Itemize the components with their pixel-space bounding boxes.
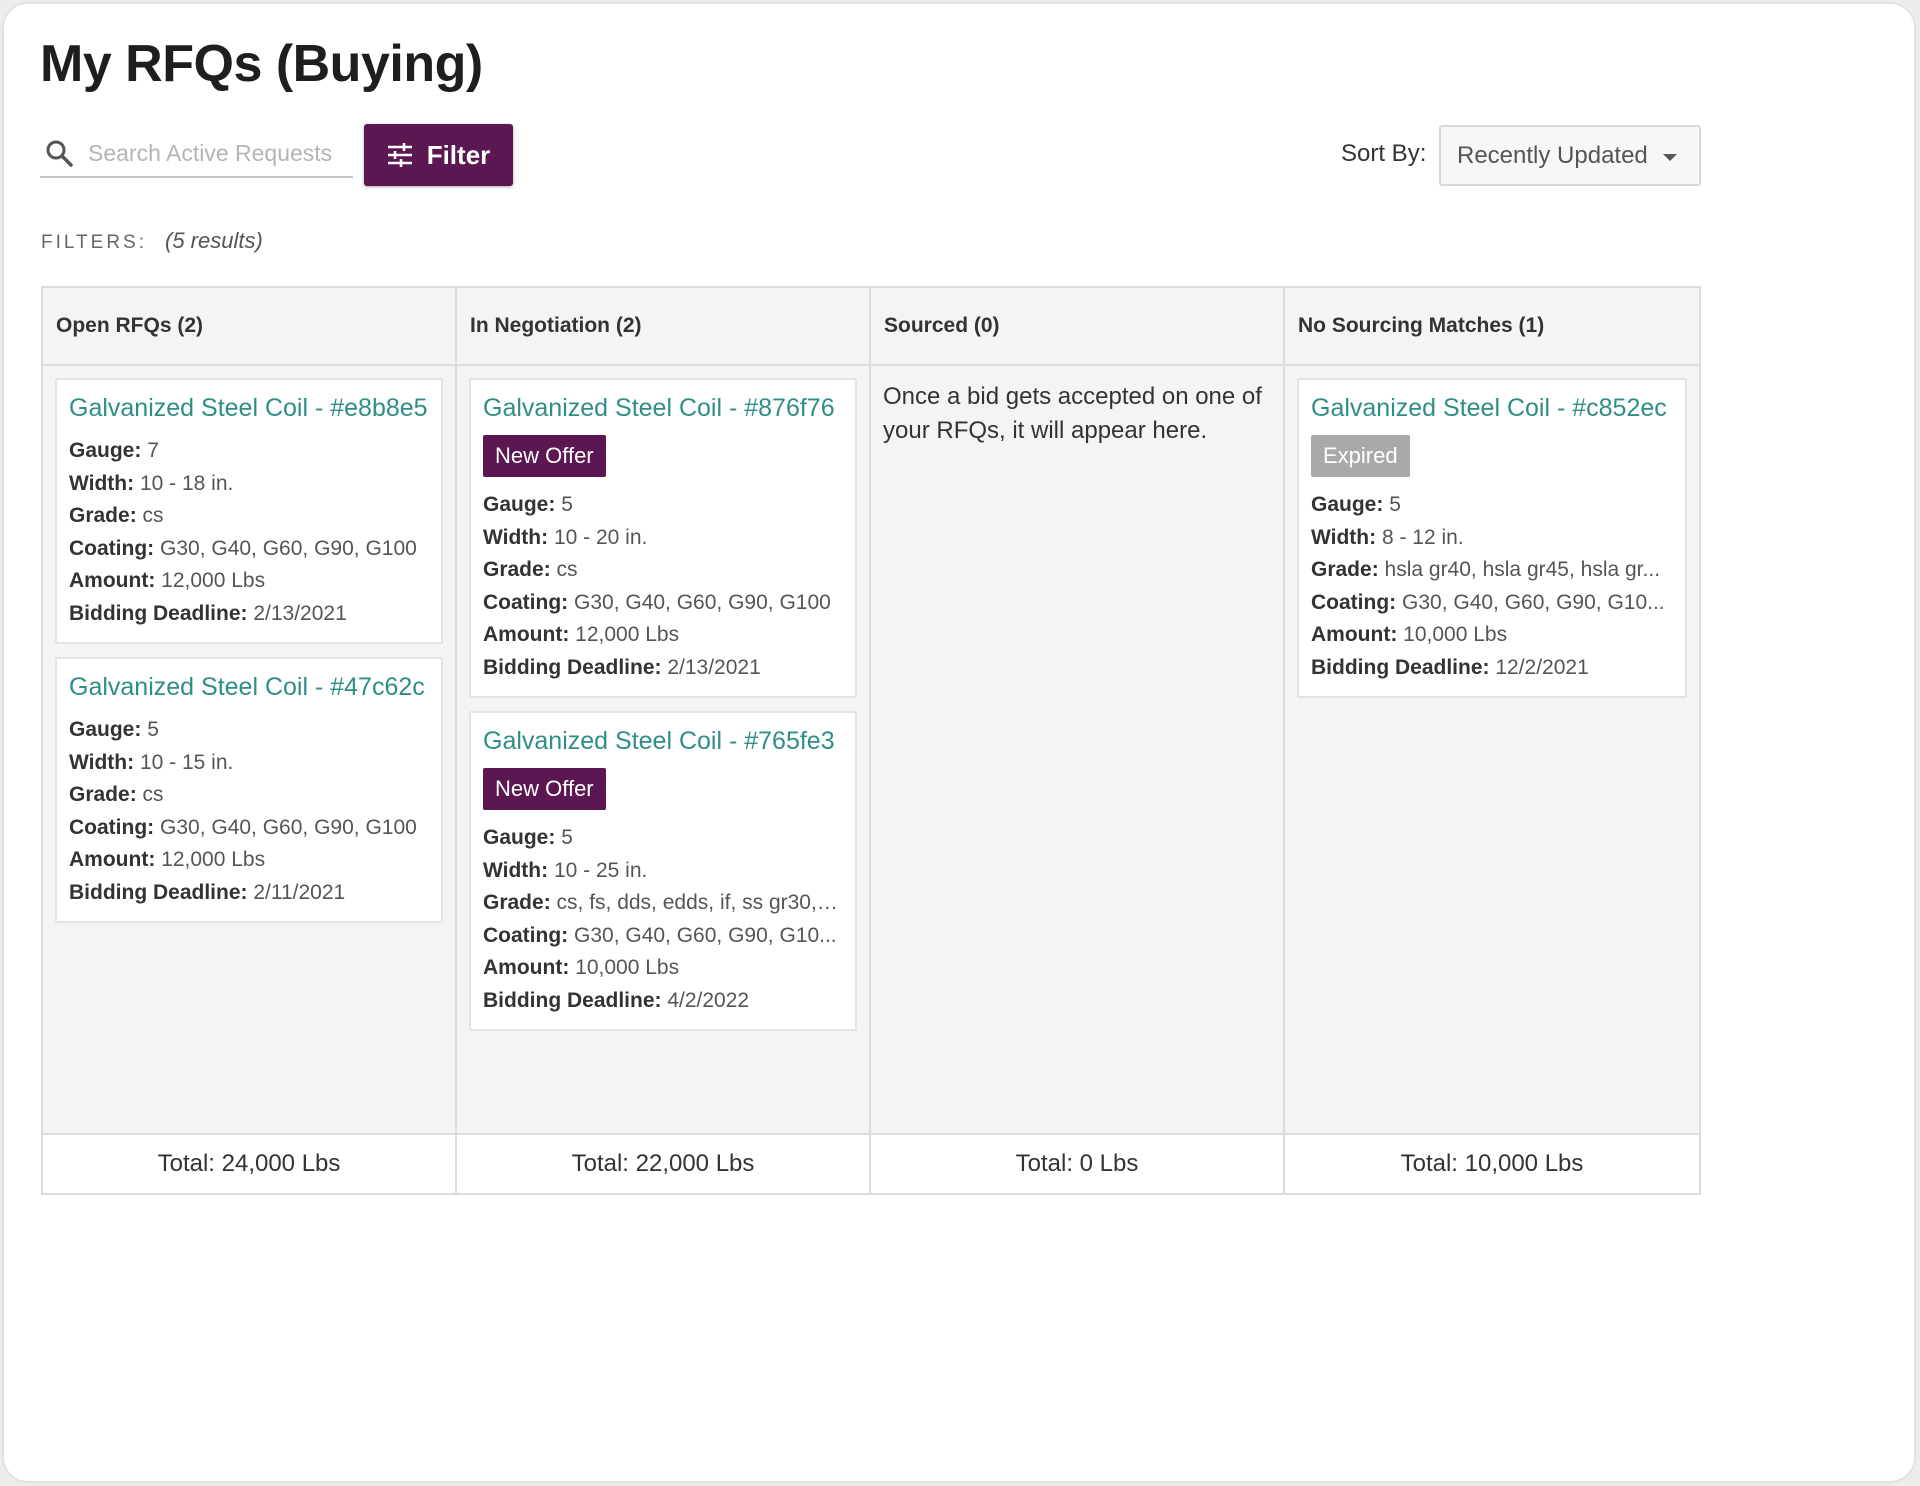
spec-bidding-deadline: Bidding Deadline: 2/13/2021: [483, 655, 761, 679]
rfq-card[interactable]: Galvanized Steel Coil - #47c62c Gauge: 5…: [55, 657, 443, 923]
spec-gauge: Gauge: 7: [69, 439, 159, 462]
column-body: Once a bid gets accepted on one of your …: [871, 366, 1283, 1117]
spec-width: Width: 8 - 12 in.: [1311, 525, 1464, 549]
rfq-card[interactable]: Galvanized Steel Coil - #c852ec Expired …: [1297, 378, 1687, 698]
spec-bidding-deadline: Bidding Deadline: 2/13/2021: [69, 601, 347, 625]
filters-summary: FILTERS: (5 results): [41, 228, 263, 254]
rfq-card-title[interactable]: Galvanized Steel Coil - #876f76: [483, 394, 843, 423]
spec-grade: Grade: cs: [69, 504, 164, 527]
column-open-rfqs: Open RFQs (2) Galvanized Steel Coil - #e…: [43, 288, 457, 1193]
caret-down-icon: [1663, 154, 1677, 161]
filter-button[interactable]: Filter: [364, 124, 513, 186]
spec-grade: Grade: cs: [483, 558, 578, 581]
column-total: Total: 10,000 Lbs: [1285, 1133, 1699, 1193]
rfq-card[interactable]: Galvanized Steel Coil - #e8b8e5 Gauge: 7…: [55, 378, 443, 644]
rfq-card[interactable]: Galvanized Steel Coil - #765fe3 New Offe…: [469, 711, 857, 1031]
column-total: Total: 0 Lbs: [871, 1133, 1283, 1193]
column-total: Total: 24,000 Lbs: [43, 1133, 455, 1193]
rfq-card-title[interactable]: Galvanized Steel Coil - #47c62c: [69, 673, 429, 702]
spec-gauge: Gauge: 5: [1311, 493, 1401, 516]
filters-label: FILTERS:: [41, 232, 147, 253]
column-header: Open RFQs (2): [43, 288, 455, 366]
search-input[interactable]: [88, 134, 350, 172]
spec-amount: Amount: 10,000 Lbs: [1311, 623, 1508, 646]
column-header: In Negotiation (2): [457, 288, 869, 366]
column-no-sourcing-matches: No Sourcing Matches (1) Galvanized Steel…: [1285, 288, 1699, 1193]
spec-bidding-deadline: Bidding Deadline: 12/2/2021: [1311, 655, 1589, 679]
page-frame: My RFQs (Buying) Filter Sort By: Recentl…: [2, 2, 1916, 1483]
filter-button-label: Filter: [426, 139, 491, 170]
sort-select[interactable]: Recently Updated: [1439, 125, 1701, 186]
column-body: Galvanized Steel Coil - #c852ec Expired …: [1285, 366, 1699, 1117]
search-icon: [46, 140, 73, 167]
rfq-card[interactable]: Galvanized Steel Coil - #876f76 New Offe…: [469, 378, 857, 698]
spec-width: Width: 10 - 15 in.: [69, 750, 234, 774]
spec-coating: Coating: G30, G40, G60, G90, G100: [483, 590, 831, 614]
sort-label: Sort By:: [1341, 140, 1427, 167]
column-sourced: Sourced (0) Once a bid gets accepted on …: [871, 288, 1285, 1193]
expired-badge: Expired: [1311, 435, 1410, 477]
results-count: (5 results): [165, 228, 263, 253]
column-header: Sourced (0): [871, 288, 1283, 366]
sliders-icon: [387, 143, 412, 167]
spec-grade: Grade: cs: [69, 783, 164, 806]
column-body: Galvanized Steel Coil - #e8b8e5 Gauge: 7…: [43, 366, 455, 1117]
spec-coating: Coating: G30, G40, G60, G90, G100: [69, 815, 417, 839]
spec-bidding-deadline: Bidding Deadline: 2/11/2021: [69, 880, 346, 904]
spec-gauge: Gauge: 5: [69, 718, 159, 741]
spec-width: Width: 10 - 18 in.: [69, 471, 234, 495]
spec-amount: Amount: 12,000 Lbs: [483, 623, 680, 646]
spec-amount: Amount: 12,000 Lbs: [69, 848, 266, 871]
spec-coating: Coating: G30, G40, G60, G90, G100: [69, 536, 417, 560]
column-total: Total: 22,000 Lbs: [457, 1133, 869, 1193]
spec-gauge: Gauge: 5: [483, 493, 573, 516]
rfq-card-title[interactable]: Galvanized Steel Coil - #765fe3: [483, 727, 843, 756]
spec-coating: Coating: G30, G40, G60, G90, G10...: [1311, 590, 1665, 614]
new-offer-badge: New Offer: [483, 768, 606, 810]
spec-width: Width: 10 - 25 in.: [483, 858, 648, 882]
spec-amount: Amount: 12,000 Lbs: [69, 569, 266, 592]
search-box[interactable]: [40, 130, 353, 178]
rfq-board: Open RFQs (2) Galvanized Steel Coil - #e…: [41, 286, 1701, 1195]
page-title: My RFQs (Buying): [40, 35, 483, 93]
empty-state-message: Once a bid gets accepted on one of your …: [883, 383, 1262, 444]
spec-bidding-deadline: Bidding Deadline: 4/2/2022: [483, 988, 750, 1012]
rfq-card-title[interactable]: Galvanized Steel Coil - #e8b8e5: [69, 394, 429, 423]
column-in-negotiation: In Negotiation (2) Galvanized Steel Coil…: [457, 288, 871, 1193]
spec-grade: Grade: cs, fs, dds, edds, if, ss gr30, s…: [483, 891, 843, 914]
spec-coating: Coating: G30, G40, G60, G90, G10...: [483, 923, 837, 947]
new-offer-badge: New Offer: [483, 435, 606, 477]
column-header: No Sourcing Matches (1): [1285, 288, 1699, 366]
spec-amount: Amount: 10,000 Lbs: [483, 956, 680, 979]
spec-gauge: Gauge: 5: [483, 826, 573, 849]
rfq-card-title[interactable]: Galvanized Steel Coil - #c852ec: [1311, 394, 1673, 423]
sort-value: Recently Updated: [1457, 141, 1648, 169]
spec-grade: Grade: hsla gr40, hsla gr45, hsla gr...: [1311, 558, 1661, 581]
spec-width: Width: 10 - 20 in.: [483, 525, 648, 549]
column-body: Galvanized Steel Coil - #876f76 New Offe…: [457, 366, 869, 1117]
